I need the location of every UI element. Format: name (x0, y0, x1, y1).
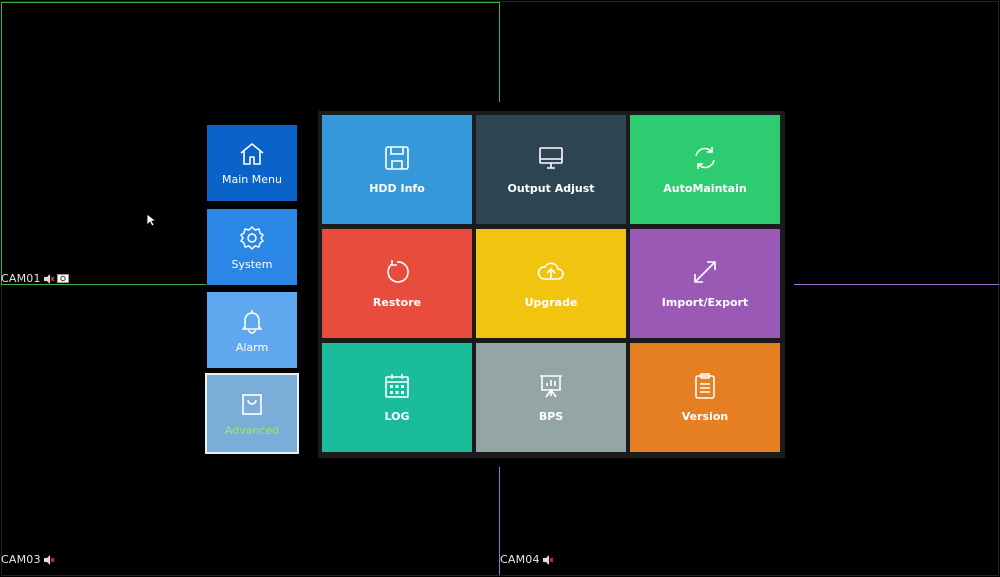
audio-muted-icon (43, 554, 55, 565)
sidebar-item-label: Alarm (235, 340, 269, 354)
cam03-label: CAM03 (1, 553, 55, 566)
cam03-name: CAM03 (1, 553, 41, 566)
floppy-disk-icon (385, 146, 409, 170)
expand-arrows-icon (694, 261, 716, 283)
clipboard-icon (695, 373, 715, 399)
grid-line-vertical-top (499, 2, 500, 102)
tile-label: Restore (372, 296, 422, 309)
tile-label: LOG (384, 410, 410, 423)
automaintain-tile[interactable]: AutoMaintain (630, 115, 780, 224)
cam04-label: CAM04 (500, 553, 554, 566)
log-tile[interactable]: LOG (322, 343, 472, 452)
mouse-cursor-icon (146, 213, 156, 227)
home-icon (240, 142, 264, 165)
version-tile[interactable]: Version (630, 343, 780, 452)
bell-icon (242, 309, 262, 334)
monitor-icon (539, 147, 563, 169)
tile-label: AutoMaintain (663, 182, 747, 195)
tile-label: Version (681, 410, 729, 423)
calendar-icon (385, 374, 409, 398)
restore-icon (387, 260, 409, 283)
sidebar-item-alarm[interactable]: Alarm (207, 292, 297, 368)
audio-muted-icon (43, 273, 55, 284)
output-adjust-tile[interactable]: Output Adjust (476, 115, 626, 224)
sidebar-item-label: System (231, 257, 273, 271)
audio-muted-icon (542, 554, 554, 565)
restore-tile[interactable]: Restore (322, 229, 472, 338)
sidebar-item-system[interactable]: System (207, 209, 297, 285)
upgrade-tile[interactable]: Upgrade (476, 229, 626, 338)
tile-label: HDD Info (369, 182, 425, 195)
refresh-icon (695, 147, 715, 169)
cloud-upload-icon (537, 262, 564, 280)
gear-icon (240, 225, 264, 250)
camera-record-icon (56, 274, 69, 283)
sidebar-item-main-menu[interactable]: Main Menu (207, 125, 297, 201)
tile-label: BPS (538, 410, 564, 423)
cam04-name: CAM04 (500, 553, 540, 566)
tile-label: Upgrade (524, 296, 578, 309)
cam01-border-top (1, 2, 500, 3)
grid-line-horizontal-right (794, 284, 999, 285)
sidebar-item-label: Main Menu (222, 172, 282, 186)
sidebar-item-advanced[interactable]: Advanced (205, 373, 299, 454)
tile-label: Import/Export (661, 296, 749, 309)
shopping-bag-icon (242, 394, 262, 415)
cam01-name: CAM01 (1, 272, 41, 285)
sidebar-item-label: Advanced (224, 424, 280, 437)
bps-tile[interactable]: BPS (476, 343, 626, 452)
cam01-border-left (1, 2, 2, 285)
advanced-menu-panel: HDD Info Output Adjust AutoMaintain Rest… (318, 111, 785, 458)
tile-label: Output Adjust (507, 182, 595, 195)
import-export-tile[interactable]: Import/Export (630, 229, 780, 338)
presentation-chart-icon (540, 375, 562, 398)
hdd-info-tile[interactable]: HDD Info (322, 115, 472, 224)
cam01-label: CAM01 (1, 272, 69, 285)
